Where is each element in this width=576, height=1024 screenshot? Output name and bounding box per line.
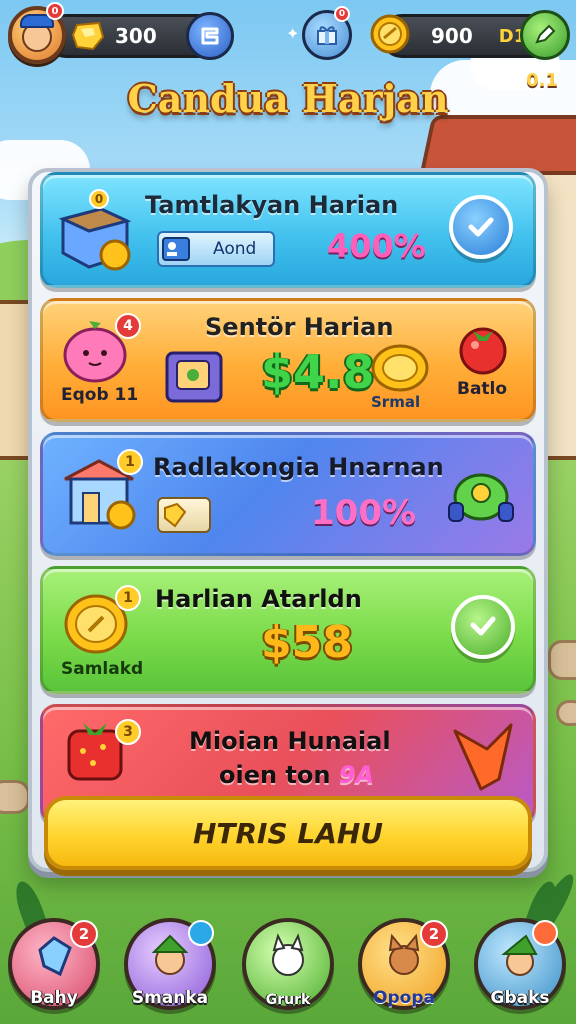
card5-title-line2-prefix: oien ton (219, 761, 331, 789)
task-card-3[interactable]: 1 Radlakongia Hnarnan 100% (40, 432, 536, 556)
card1-confirm-button[interactable] (449, 195, 513, 259)
coin-stack-icon (370, 14, 410, 54)
card2-left-label: Eqob 11 (61, 385, 139, 405)
nav-smanka-badge (188, 920, 214, 946)
nav-item-smanka[interactable]: Smanka (124, 918, 216, 1014)
card2-right-label: Batlo (457, 379, 508, 399)
card2-coin-label: Srmal (371, 393, 421, 411)
card3-title: Radlakongia Hnarnan (153, 453, 444, 481)
sparkle-icon: ✦ (286, 24, 300, 43)
nav-opopa-label: Opopa (373, 988, 435, 1008)
card4-left-label: Samlakd (61, 659, 144, 679)
corner-indicator: 0.1 (526, 70, 558, 91)
nav-item-bahy[interactable]: 2 Bahy (8, 918, 100, 1014)
claim-button[interactable]: HTRIS LAHU (44, 796, 532, 870)
gem-tag-icon (164, 502, 187, 528)
nav-gbaks-badge (532, 920, 558, 946)
safe-box-icon (165, 351, 223, 403)
nav-bahy-label: Bahy (30, 988, 78, 1008)
card1-tag-label: Aond (213, 239, 257, 259)
top-bar: 300 0 0 ✦ 900 D1 (0, 0, 576, 72)
gift-box-icon (317, 26, 337, 45)
pencil-icon (535, 24, 556, 44)
currency2-value: 900 (431, 24, 473, 48)
add-currency1-button[interactable] (186, 12, 234, 60)
card5-title-line1: Mioian Hunaial (189, 727, 391, 755)
card4-value: $58 (261, 617, 353, 668)
card2-title: Sentör Harian (205, 313, 394, 341)
checkmark-icon (468, 217, 494, 237)
avatar-badge: 0 (46, 2, 64, 20)
card4-confirm-button[interactable] (451, 595, 515, 659)
tomato-icon (459, 327, 507, 375)
card1-badge: 0 (89, 189, 109, 209)
card3-tag (157, 497, 211, 533)
card1-title: Tamtlakyan Harian (145, 191, 399, 219)
card1-tag: Aond (157, 231, 275, 267)
nav-item-opopa[interactable]: 2 Opopa (358, 918, 450, 1014)
nav-gbaks-label: Gbaks (490, 988, 550, 1008)
nav-grurk-label: Grurk (265, 992, 311, 1008)
id-card-icon (162, 237, 190, 261)
shop-button[interactable] (520, 10, 570, 60)
task-card-2[interactable]: 4 Eqob 11 Sentör Harian $4.8 Srmal Batlo (40, 298, 536, 422)
card2-value: $4.8 (261, 345, 375, 399)
page-title: Candua Harjan (127, 76, 449, 121)
card3-badge: 1 (117, 449, 143, 475)
nav-smanka-label: Smanka (131, 988, 209, 1008)
card1-value: 400% (327, 227, 426, 265)
nav-item-gbaks[interactable]: Gbaks (474, 918, 566, 1014)
task-card-1[interactable]: 0 Tamtlakyan Harian Aond 400% (40, 172, 536, 288)
nav-item-grurk[interactable]: Grurk (242, 918, 334, 1014)
card4-title: Harlian Atarldn (155, 585, 362, 613)
elf-character-icon (151, 934, 189, 975)
gold-coin-icon (371, 344, 429, 392)
card5-badge: 3 (115, 719, 141, 745)
nav-opopa-badge: 2 (420, 920, 448, 948)
gold-gem-icon (71, 21, 105, 51)
nav-bahy-badge: 2 (70, 920, 98, 948)
arrow-down-icon (453, 723, 513, 791)
card5-title-line2-suffix: 9A (338, 761, 375, 789)
task-card-4[interactable]: 1 Samlakd Harlian Atarldn $58 (40, 566, 536, 694)
card3-value: 100% (311, 493, 417, 533)
robot-gadget-icon (448, 473, 514, 522)
scroll-icon (201, 27, 219, 45)
gift-badge: 0 (334, 6, 350, 22)
card4-badge: 1 (115, 585, 141, 611)
card2-badge: 4 (115, 313, 141, 339)
currency1-value: 300 (115, 24, 157, 48)
checkmark-icon (470, 616, 496, 636)
cat-icon (272, 933, 304, 976)
card5-title-line2: oien ton 9A (219, 761, 374, 789)
